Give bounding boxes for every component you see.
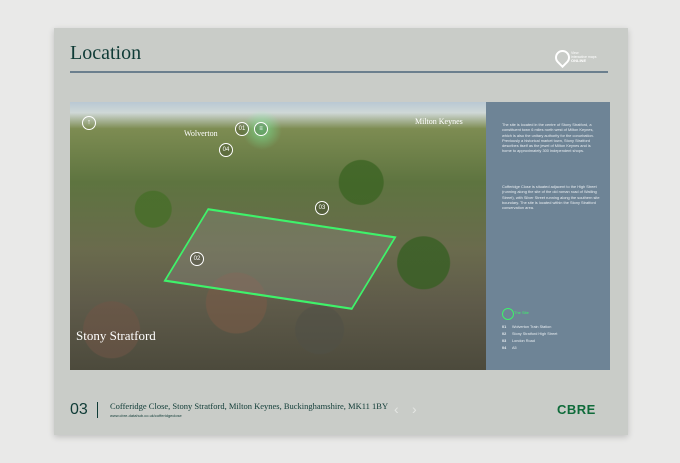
key-item: 04 A5 <box>502 346 517 350</box>
cbre-logo: CBRE <box>557 402 596 417</box>
interactive-maps-badge[interactable]: View interactive maps ONLINE <box>551 46 615 69</box>
train-icon: ≡ <box>254 122 268 136</box>
key-item: 01 Wolverton Train Station <box>502 325 552 329</box>
brochure-page: Location View interactive maps ONLINE ↑ … <box>54 28 628 435</box>
site-address: Cofferidge Close, Stony Stratford, Milto… <box>110 401 389 411</box>
key-item: 02 Stony Stratford High Street <box>502 332 558 336</box>
page-number: 03 <box>70 401 88 418</box>
title-divider <box>70 71 608 73</box>
page-title: Location <box>70 42 142 64</box>
marker-02[interactable]: 02 <box>190 252 204 266</box>
badge-line3: ONLINE <box>571 58 587 63</box>
aerial-photo: ↑ Wolverton Milton Keynes Stony Stratfor… <box>70 102 486 370</box>
marker-04[interactable]: 04 <box>219 143 233 157</box>
label-wolverton: Wolverton <box>184 129 218 138</box>
label-milton-keynes: Milton Keynes <box>415 117 463 126</box>
key-list: 01 Wolverton Train Station 02 Stony Stratf… <box>502 324 602 352</box>
datahub-link[interactable]: www.cbre-datahub.co.uk/cofferidgeclose <box>110 413 182 418</box>
description-para-2: Cofferidge Close is situated adjacent to… <box>502 184 600 211</box>
site-key-icon <box>502 308 514 320</box>
compass-icon: ↑ <box>82 116 96 130</box>
next-page-button[interactable]: › <box>412 402 417 416</box>
label-stony-stratford: Stony Stratford <box>76 328 156 343</box>
key-item: 03 London Road <box>502 339 535 343</box>
marker-01[interactable]: 01 <box>235 122 249 136</box>
prev-page-button[interactable]: ‹ <box>394 402 399 416</box>
marker-03[interactable]: 03 <box>315 201 329 215</box>
description-para-1: The site is located in the centre of Sto… <box>502 122 594 154</box>
description-panel: The site is located in the centre of Sto… <box>486 102 610 370</box>
site-key-label: The Site <box>514 310 529 315</box>
map-pin-icon <box>551 46 574 69</box>
footer-divider <box>97 402 98 418</box>
